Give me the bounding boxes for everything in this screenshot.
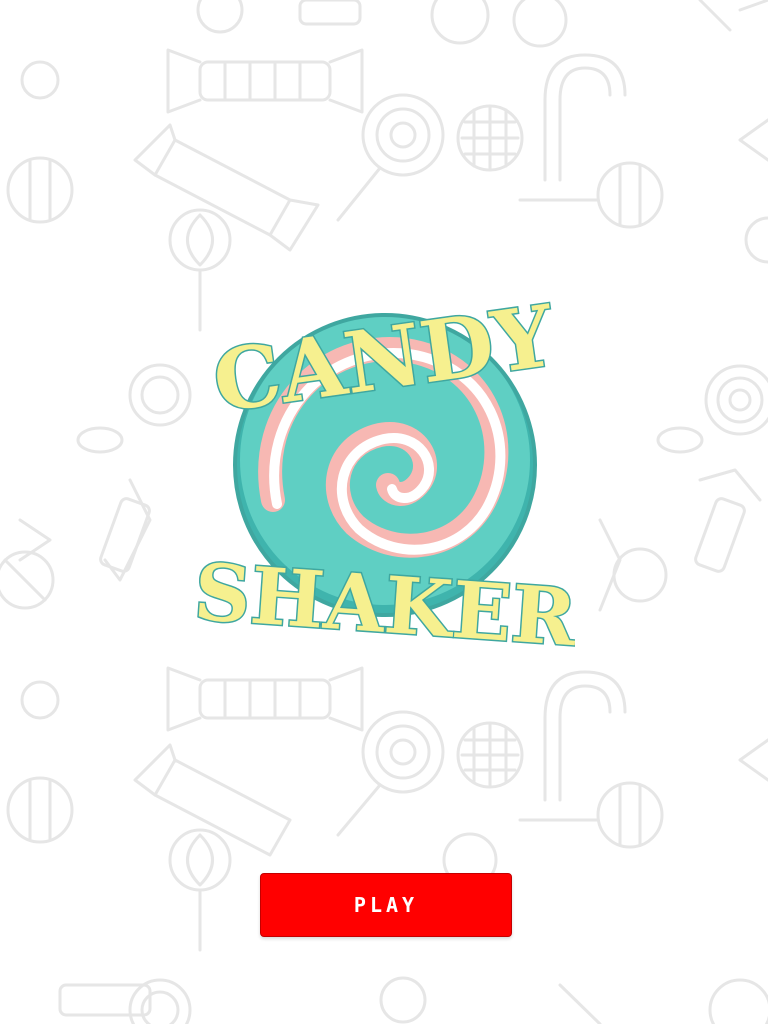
play-button-label: PLAY [353, 893, 419, 917]
play-button[interactable]: PLAY [260, 873, 512, 937]
title-shaker: SHAKER [195, 547, 575, 665]
game-logo: CANDY SHAKER [195, 284, 575, 666]
title-screen: CANDY SHAKER PLAY [0, 0, 768, 1024]
